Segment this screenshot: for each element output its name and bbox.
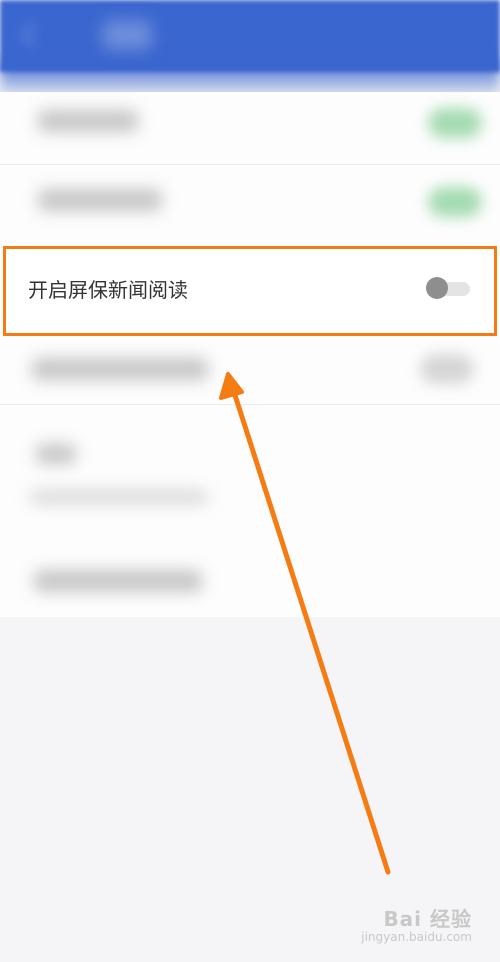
setting-description-blurred bbox=[30, 490, 208, 504]
setting-label-blurred bbox=[38, 189, 162, 211]
toggle-switch-off-blurred[interactable] bbox=[420, 354, 474, 384]
settings-row-blurred[interactable] bbox=[0, 338, 500, 402]
setting-label-blurred bbox=[34, 570, 202, 592]
watermark-url: jingyan.baidu.com bbox=[361, 930, 472, 944]
settings-row-blurred[interactable] bbox=[0, 422, 500, 522]
back-arrow-icon[interactable] bbox=[18, 22, 58, 46]
settings-list bbox=[0, 92, 500, 617]
setting-label: 开启屏保新闻阅读 bbox=[28, 278, 188, 302]
settings-row-blurred[interactable] bbox=[0, 92, 500, 164]
page-title-blurred bbox=[102, 20, 152, 50]
settings-row-blurred[interactable] bbox=[0, 165, 500, 245]
setting-label-blurred bbox=[32, 358, 208, 380]
setting-label-blurred bbox=[38, 110, 138, 132]
toggle-switch-on-blurred[interactable] bbox=[428, 108, 482, 138]
watermark-brand: Bai 经验 bbox=[383, 907, 472, 931]
settings-row-blurred[interactable] bbox=[0, 542, 500, 612]
setting-label-blurred bbox=[36, 444, 76, 464]
toggle-switch-on-blurred[interactable] bbox=[428, 187, 482, 217]
toggle-switch-knob[interactable] bbox=[426, 277, 448, 299]
watermark: Bai 经验 jingyan.baidu.com bbox=[361, 903, 472, 944]
divider bbox=[0, 404, 500, 405]
setting-row-screensaver-news[interactable]: 开启屏保新闻阅读 bbox=[0, 246, 500, 332]
